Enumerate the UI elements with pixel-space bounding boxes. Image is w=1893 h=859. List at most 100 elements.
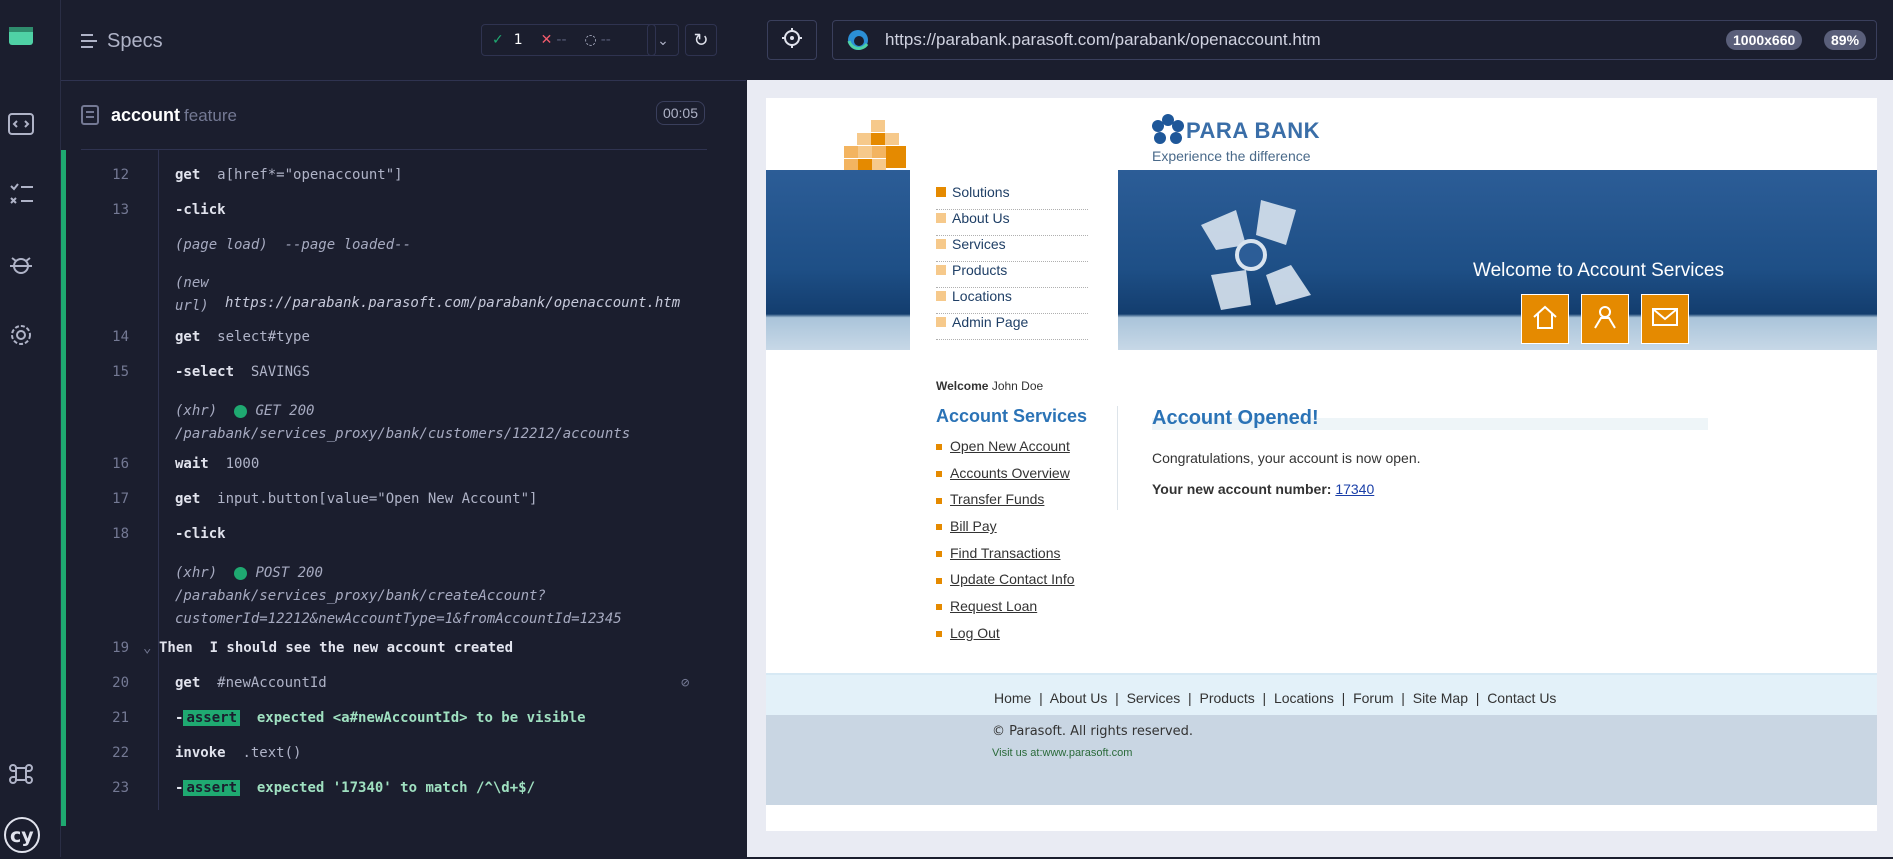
top-nav-item[interactable]: About Us bbox=[936, 210, 1088, 236]
crosshair-icon bbox=[782, 27, 802, 53]
footer-link[interactable]: Forum bbox=[1353, 690, 1393, 706]
command-arg: a[href*="openaccount"] bbox=[217, 167, 403, 183]
event-type: (page load) bbox=[175, 237, 268, 253]
passed-check-icon: ✓ bbox=[492, 32, 504, 48]
specs-list-icon[interactable] bbox=[8, 182, 33, 206]
account-link[interactable]: Accounts Overview bbox=[936, 465, 1106, 492]
debug-bug-icon[interactable] bbox=[8, 252, 32, 276]
home-button[interactable] bbox=[1521, 294, 1569, 344]
welcome-text: Welcome John Doe bbox=[936, 379, 1043, 393]
account-link-label: Request Loan bbox=[950, 598, 1038, 615]
footer-link[interactable]: Home bbox=[994, 690, 1031, 706]
footer-link[interactable]: Services bbox=[1127, 690, 1181, 706]
settings-gear-icon[interactable] bbox=[8, 322, 32, 346]
command-name: get bbox=[175, 675, 201, 691]
document-icon bbox=[81, 105, 99, 130]
parabank-arrows-graphic bbox=[1191, 190, 1321, 325]
account-link-label: Find Transactions bbox=[950, 544, 1061, 561]
feature-name-text: account bbox=[111, 105, 181, 125]
account-link[interactable]: Request Loan bbox=[936, 598, 1106, 625]
account-link[interactable]: Bill Pay bbox=[936, 518, 1106, 545]
rerun-button[interactable]: ↻ bbox=[685, 24, 717, 56]
footer-link[interactable]: Site Map bbox=[1413, 690, 1468, 706]
line-number: 16 bbox=[112, 456, 129, 472]
event-type: (xhr) bbox=[175, 403, 218, 419]
top-nav-item[interactable]: Products bbox=[936, 262, 1088, 288]
command-name: get bbox=[175, 491, 201, 507]
pass-status-bar bbox=[61, 150, 66, 826]
status-dot-icon bbox=[234, 404, 248, 418]
pending-spinner-icon: ◌ bbox=[584, 32, 597, 48]
new-account-label: Your new account number: bbox=[1152, 481, 1332, 497]
visit-link[interactable]: Visit us at:www.parasoft.com bbox=[992, 747, 1132, 759]
line-number: 17 bbox=[112, 491, 129, 507]
top-nav-item[interactable]: Admin Page bbox=[936, 314, 1088, 340]
chevron-down-button[interactable]: ⌄ bbox=[647, 24, 679, 56]
congrats-text: Congratulations, your account is now ope… bbox=[1152, 450, 1421, 466]
about-button[interactable] bbox=[1581, 294, 1629, 344]
passed-count: 1 bbox=[513, 32, 523, 48]
line-number: 12 bbox=[112, 167, 129, 183]
bullet-icon bbox=[936, 239, 946, 249]
parabank-flower-icon bbox=[1150, 112, 1186, 153]
command-arg: 1000 bbox=[225, 456, 260, 472]
envelope-icon bbox=[1651, 306, 1679, 333]
assert-badge: assert bbox=[183, 710, 241, 726]
top-nav-item[interactable]: Services bbox=[936, 236, 1088, 262]
account-link-label: Open New Account bbox=[950, 438, 1070, 454]
sidebar-divider bbox=[1117, 406, 1118, 510]
aut-area: https://parabank.parasoft.com/parabank/o… bbox=[747, 0, 1893, 857]
footer-copyright-area: © Parasoft. All rights reserved. Visit u… bbox=[766, 715, 1877, 805]
bullet-icon bbox=[936, 497, 942, 504]
bullet-icon bbox=[936, 317, 946, 327]
command-name: wait bbox=[175, 456, 209, 472]
account-link-label: Update Contact Info bbox=[950, 571, 1075, 588]
footer-link[interactable]: Contact Us bbox=[1487, 690, 1556, 706]
assertion-text: expected <a#newAccountId> to be visible bbox=[256, 710, 586, 726]
selector-playground-button[interactable] bbox=[767, 20, 817, 60]
command-name: get bbox=[175, 167, 201, 183]
command-arg: I should see the new account created bbox=[209, 640, 514, 656]
contact-button[interactable] bbox=[1641, 294, 1689, 344]
account-link[interactable]: Open New Account bbox=[936, 438, 1106, 465]
top-nav-item[interactable]: Locations bbox=[936, 288, 1088, 314]
cypress-logo-icon: cy bbox=[3, 816, 40, 853]
line-number: 21 bbox=[112, 710, 129, 726]
tagline: Experience the difference bbox=[1152, 148, 1311, 164]
status-dot-icon bbox=[234, 566, 248, 580]
keyboard-shortcuts-icon[interactable] bbox=[8, 762, 33, 786]
spec-toolbar: Specs ✓ 1 ✕ -- ◌ -- ⌄ ↻ bbox=[61, 0, 746, 81]
svg-text:cy: cy bbox=[10, 825, 34, 847]
top-nav-label: Solutions bbox=[952, 184, 1010, 200]
left-rail: cy bbox=[0, 0, 61, 857]
command-name: -select bbox=[175, 364, 235, 380]
indent-guide bbox=[158, 150, 159, 810]
specs-title[interactable]: Specs bbox=[107, 30, 163, 53]
top-nav-label: Services bbox=[952, 236, 1006, 252]
bullet-icon bbox=[936, 444, 942, 451]
pending-count: -- bbox=[600, 32, 611, 48]
command-arg: .text() bbox=[242, 745, 302, 761]
parabank-tiles-logo bbox=[844, 120, 908, 175]
account-link[interactable]: Find Transactions bbox=[936, 545, 1106, 572]
runs-icon[interactable] bbox=[8, 112, 34, 136]
top-nav-label: Products bbox=[952, 262, 1008, 278]
feature-header[interactable]: account feature 00:05 bbox=[81, 97, 707, 150]
new-account-number-link[interactable]: 17340 bbox=[1335, 481, 1374, 497]
account-link[interactable]: Update Contact Info bbox=[936, 571, 1106, 598]
chevron-down-icon[interactable]: ⌄ bbox=[143, 640, 151, 656]
url-bar[interactable]: https://parabank.parasoft.com/parabank/o… bbox=[832, 20, 1877, 60]
bullet-icon bbox=[936, 524, 942, 531]
copyright-text: © Parasoft. All rights reserved. bbox=[992, 724, 1194, 739]
command-arg: input.button[value="Open New Account"] bbox=[217, 491, 538, 507]
account-opened-title: Account Opened! bbox=[1152, 407, 1319, 429]
footer-link[interactable]: Locations bbox=[1274, 690, 1334, 706]
parabank-brand[interactable]: PARA BANK bbox=[1186, 118, 1320, 144]
top-nav-item[interactable]: Solutions bbox=[936, 184, 1088, 210]
account-link[interactable]: Transfer Funds bbox=[936, 491, 1106, 518]
footer-link[interactable]: About Us bbox=[1050, 690, 1108, 706]
eye-slash-icon[interactable]: ⊘ bbox=[681, 675, 689, 691]
account-link[interactable]: Log Out bbox=[936, 625, 1106, 652]
specs-collapse-icon[interactable] bbox=[79, 32, 99, 55]
footer-link[interactable]: Products bbox=[1199, 690, 1254, 706]
